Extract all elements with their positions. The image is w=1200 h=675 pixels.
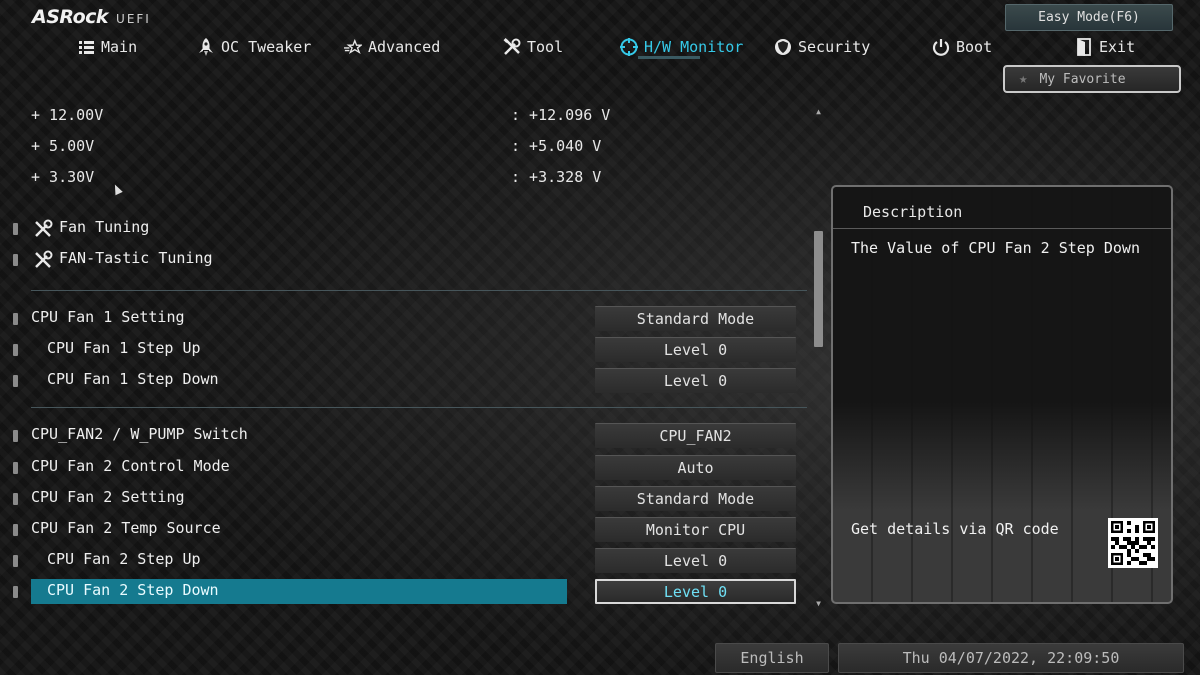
power-icon	[932, 38, 950, 56]
setting-label: CPU Fan 1 Step Up	[47, 339, 201, 357]
top-nav: Main OC Tweaker Advanced Tool H/W Monito…	[0, 34, 1200, 60]
setting-value-button[interactable]: Standard Mode	[595, 486, 796, 511]
voltage-value: : +3.328 V	[511, 168, 602, 186]
tab-exit[interactable]: Exit	[1075, 34, 1135, 60]
setting-row-cpu-fan2-control-mode[interactable]: CPU Fan 2 Control Mode Auto	[0, 455, 810, 481]
tab-boot-label: Boot	[956, 38, 993, 56]
setting-value-button[interactable]: Level 0	[595, 337, 796, 362]
favorite-star-icon: ★	[1019, 71, 1028, 87]
item-bullet	[13, 375, 18, 387]
item-bullet	[13, 462, 18, 474]
setting-label: CPU_FAN2 / W_PUMP Switch	[31, 425, 248, 443]
logo-brand: ASRock	[32, 6, 109, 28]
tab-tool-label: Tool	[527, 38, 564, 56]
tools-icon	[33, 219, 53, 239]
scroll-down-arrow-icon[interactable]: ▼	[814, 599, 823, 608]
setting-row-cpu-fan2-temp-source[interactable]: CPU Fan 2 Temp Source Monitor CPU	[0, 517, 810, 543]
tab-advanced-label: Advanced	[368, 38, 441, 56]
tools-icon	[33, 250, 53, 270]
setting-label: CPU Fan 2 Step Up	[47, 550, 201, 568]
exit-door-icon	[1075, 38, 1093, 56]
voltage-value: : +5.040 V	[511, 137, 602, 155]
setting-label: CPU Fan 2 Step Down	[47, 581, 219, 599]
tab-tool[interactable]: Tool	[503, 34, 563, 60]
logo-suffix: UEFI	[116, 12, 151, 26]
date-time-display: Thu 04/07/2022, 22:09:50	[838, 643, 1184, 673]
menu-item-fan-tuning[interactable]: Fan Tuning	[0, 216, 810, 242]
setting-row-cpu-fan2-step-down[interactable]: CPU Fan 2 Step Down Level 0	[0, 579, 810, 605]
tab-main-label: Main	[101, 38, 138, 56]
item-bullet	[13, 555, 18, 567]
my-favorite-label: My Favorite	[1039, 71, 1126, 87]
tools-icon	[503, 38, 521, 56]
item-bullet	[13, 344, 18, 356]
asrock-logo: ASRock UEFI	[32, 6, 151, 28]
scrollbar-thumb[interactable]	[814, 231, 823, 347]
tab-oc-tweaker[interactable]: OC Tweaker	[197, 34, 311, 60]
tab-hw-monitor-label: H/W Monitor	[644, 38, 744, 56]
tab-security[interactable]: Security	[774, 34, 870, 60]
easy-mode-button[interactable]: Easy Mode(F6)	[1005, 4, 1173, 31]
setting-value-button[interactable]: Auto	[595, 455, 796, 480]
setting-label: CPU Fan 2 Setting	[31, 488, 185, 506]
item-bullet	[13, 586, 18, 598]
my-favorite-button[interactable]: ★ My Favorite	[1003, 65, 1181, 93]
setting-row-cpu-fan1-setting[interactable]: CPU Fan 1 Setting Standard Mode	[0, 306, 810, 332]
voltage-row-5v: + 5.00V : +5.040 V	[31, 137, 631, 157]
item-bullet	[13, 313, 18, 325]
section-divider	[31, 290, 807, 291]
description-panel: Description The Value of CPU Fan 2 Step …	[831, 185, 1173, 604]
item-bullet	[13, 223, 18, 235]
item-bullet	[13, 254, 18, 266]
item-bullet	[13, 524, 18, 536]
tab-boot[interactable]: Boot	[932, 34, 992, 60]
menu-item-label: Fan Tuning	[59, 218, 150, 236]
setting-row-cpu-fan1-step-down[interactable]: CPU Fan 1 Step Down Level 0	[0, 368, 810, 394]
list-icon	[77, 38, 95, 56]
item-bullet	[13, 430, 18, 442]
tab-advanced[interactable]: Advanced	[344, 34, 440, 60]
setting-value-button[interactable]: Level 0	[595, 579, 796, 604]
scrollbar-track[interactable]	[814, 118, 823, 605]
setting-row-cpu-fan2-pump-switch[interactable]: CPU_FAN2 / W_PUMP Switch CPU_FAN2	[0, 423, 810, 449]
tab-exit-label: Exit	[1099, 38, 1136, 56]
item-bullet	[13, 493, 18, 505]
tab-security-label: Security	[798, 38, 871, 56]
setting-label: CPU Fan 1 Setting	[31, 308, 185, 326]
qr-code-icon	[1108, 518, 1158, 568]
setting-value-button[interactable]: Standard Mode	[595, 306, 796, 331]
description-header: Description	[833, 187, 1171, 229]
voltage-value: : +12.096 V	[511, 106, 611, 124]
setting-value-button[interactable]: CPU_FAN2	[595, 423, 796, 448]
setting-label: CPU Fan 2 Temp Source	[31, 519, 221, 537]
setting-label: CPU Fan 2 Control Mode	[31, 457, 230, 475]
target-icon	[620, 38, 638, 56]
setting-row-cpu-fan2-step-up[interactable]: CPU Fan 2 Step Up Level 0	[0, 548, 810, 574]
setting-value-button[interactable]: Level 0	[595, 548, 796, 573]
menu-item-fan-tastic-tuning[interactable]: FAN-Tastic Tuning	[0, 247, 810, 273]
voltage-row-3v3: + 3.30V : +3.328 V	[31, 168, 631, 188]
menu-item-label: FAN-Tastic Tuning	[59, 249, 213, 267]
voltage-row-12v: + 12.00V : +12.096 V	[31, 106, 631, 126]
star-icon	[344, 38, 362, 56]
section-divider	[31, 407, 807, 408]
voltage-name: + 12.00V	[31, 106, 104, 124]
setting-row-cpu-fan1-step-up[interactable]: CPU Fan 1 Step Up Level 0	[0, 337, 810, 363]
language-selector[interactable]: English	[715, 643, 829, 673]
rocket-icon	[197, 38, 215, 56]
tab-main[interactable]: Main	[77, 34, 137, 60]
description-text: The Value of CPU Fan 2 Step Down	[851, 239, 1140, 257]
setting-value-button[interactable]: Monitor CPU	[595, 517, 796, 542]
qr-code-caption: Get details via QR code	[851, 520, 1059, 538]
setting-row-cpu-fan2-setting[interactable]: CPU Fan 2 Setting Standard Mode	[0, 486, 810, 512]
description-title: Description	[863, 203, 963, 221]
setting-label: CPU Fan 1 Step Down	[47, 370, 219, 388]
voltage-name: + 5.00V	[31, 137, 95, 155]
active-tab-indicator	[638, 56, 700, 59]
tab-oc-tweaker-label: OC Tweaker	[221, 38, 312, 56]
voltage-name: + 3.30V	[31, 168, 95, 186]
scroll-up-arrow-icon[interactable]: ▲	[814, 107, 823, 116]
shield-icon	[774, 38, 792, 56]
setting-value-button[interactable]: Level 0	[595, 368, 796, 393]
